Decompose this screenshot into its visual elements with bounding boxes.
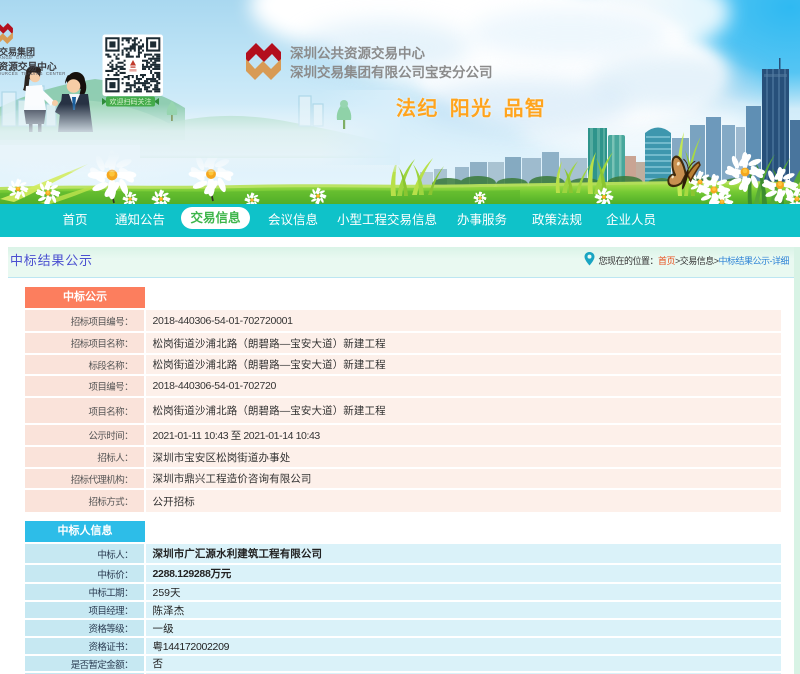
svg-text:欢迎扫码关注: 欢迎扫码关注	[110, 97, 152, 106]
